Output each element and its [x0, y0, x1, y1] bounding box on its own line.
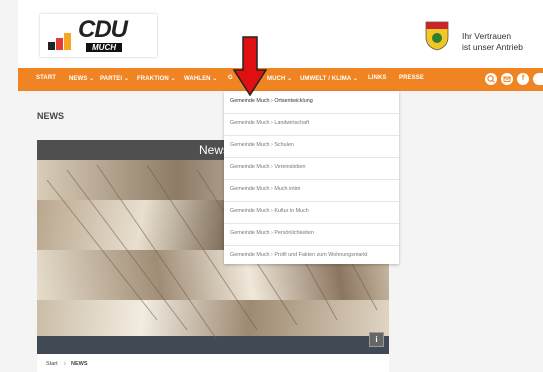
page-title: NEWS	[37, 111, 64, 121]
nav-fraktion[interactable]: FRAKTION ⌄	[137, 75, 176, 82]
info-button[interactable]: i	[369, 332, 384, 347]
dropdown-item-label: Gemeinde Much › Profil und Fakten zum Wo…	[230, 252, 368, 258]
slogan-line-1: Ihr Vertrauen	[462, 31, 512, 41]
logo-text: CDU	[78, 16, 128, 43]
nav-much[interactable]: MUCH ⌄	[267, 75, 292, 82]
logo-bars-icon	[48, 32, 74, 50]
page: CDU MUCH Ihr Vertrauen ist unser Antrieb…	[0, 0, 543, 372]
breadcrumb-separator: ›	[64, 361, 66, 367]
dropdown-item-label: Gemeinde Much › Persönlichkeiten	[230, 230, 314, 236]
dropdown-item-kultur[interactable]: Gemeinde Much › Kultur in Much	[224, 201, 399, 224]
dropdown-item-label: Gemeinde Much › Much intim	[230, 186, 301, 192]
nav-links[interactable]: LINKS	[368, 75, 387, 81]
social-icon[interactable]	[533, 73, 543, 85]
dropdown-item-vereinsleben[interactable]: Gemeinde Much › Vereinsleben	[224, 157, 399, 180]
breadcrumb-current: NEWS	[71, 361, 88, 367]
nav-news[interactable]: NEWS ⌄	[69, 75, 94, 82]
red-arrow-down-icon	[233, 36, 267, 96]
dropdown-item-label: Gemeinde Much › Vereinsleben	[230, 164, 306, 170]
nav-umwelt-klima[interactable]: UMWELT / KLIMA ⌄	[300, 75, 358, 82]
coat-of-arms-icon	[424, 19, 450, 51]
nav-start[interactable]: START	[36, 75, 56, 81]
search-icon[interactable]	[485, 73, 497, 85]
mail-icon[interactable]	[501, 73, 513, 85]
dropdown-item-label: Gemeinde Much › Schulen	[230, 142, 294, 148]
facebook-icon[interactable]: f	[517, 73, 529, 85]
nav-presse[interactable]: PRESSE	[399, 75, 424, 81]
cdu-logo[interactable]: CDU MUCH	[40, 14, 157, 57]
dropdown-item-wohnungsmarkt[interactable]: Gemeinde Much › Profil und Fakten zum Wo…	[224, 245, 399, 267]
dropdown-item-much-intim[interactable]: Gemeinde Much › Much intim	[224, 179, 399, 202]
dropdown-item-schulen[interactable]: Gemeinde Much › Schulen	[224, 135, 399, 158]
slogan: Ihr Vertrauen ist unser Antrieb	[462, 31, 523, 53]
dropdown-item-persoenlichkeiten[interactable]: Gemeinde Much › Persönlichkeiten	[224, 223, 399, 246]
dropdown-item-label: Gemeinde Much › Ortsentwicklung	[230, 98, 313, 104]
dropdown-item-label: Gemeinde Much › Kultur in Much	[230, 208, 309, 214]
dropdown-item-label: Gemeinde Much › Landwirtschaft	[230, 120, 310, 126]
main-navigation: START NEWS ⌄ PARTEI ⌄ FRAKTION ⌄ WAHLEN …	[18, 68, 543, 91]
breadcrumb-start[interactable]: Start	[46, 361, 58, 367]
nav-partei[interactable]: PARTEI ⌄	[100, 75, 129, 82]
gemeinde-dropdown-menu: Gemeinde Much › Ortsentwicklung Gemeinde…	[224, 91, 399, 264]
logo-subtext: MUCH	[86, 43, 122, 52]
dropdown-item-landwirtschaft[interactable]: Gemeinde Much › Landwirtschaft	[224, 113, 399, 136]
site-header: CDU MUCH Ihr Vertrauen ist unser Antrieb	[18, 0, 543, 68]
nav-wahlen[interactable]: WAHLEN ⌄	[184, 75, 218, 82]
breadcrumb: Start › NEWS	[37, 354, 389, 372]
slogan-line-2: ist unser Antrieb	[462, 42, 523, 52]
